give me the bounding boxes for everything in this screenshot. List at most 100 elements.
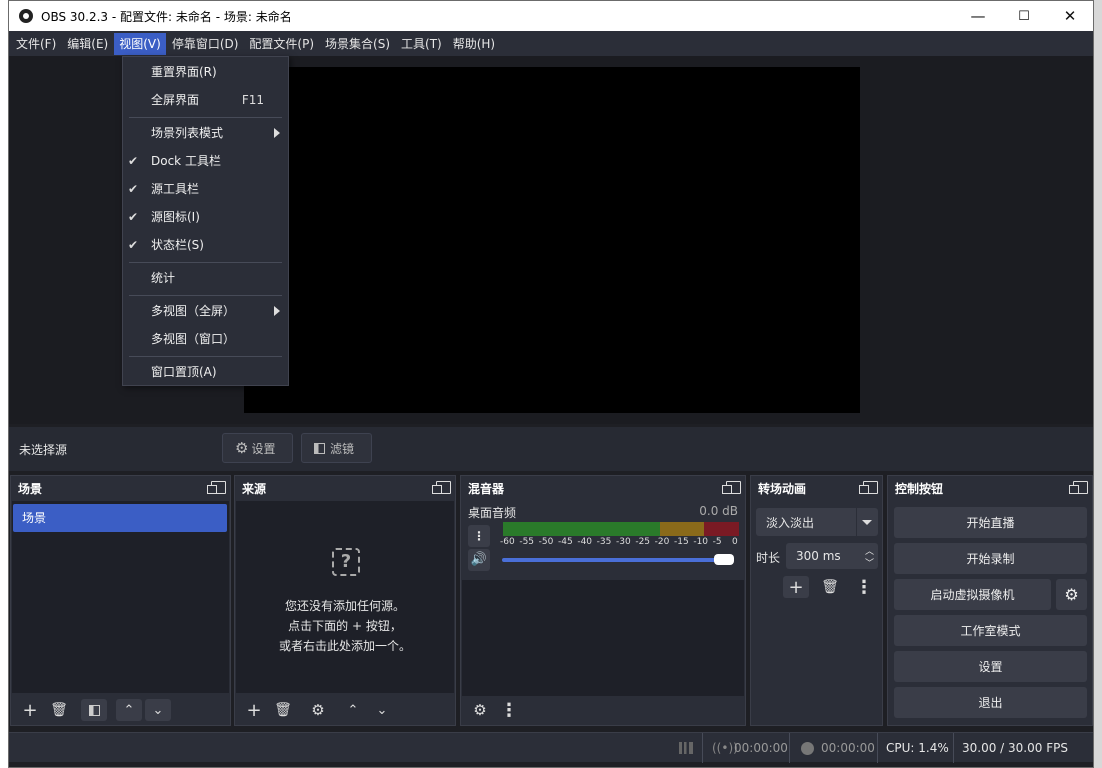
window-title: OBS 30.2.3 - 配置文件: 未命名 - 场景: 未命名 [41, 9, 292, 24]
status-separator [702, 733, 703, 763]
check-icon: ✔ [128, 154, 139, 168]
volume-slider-handle[interactable] [714, 554, 734, 565]
meter-tick-label: -15 [674, 537, 689, 547]
undock-icon[interactable] [1069, 481, 1088, 494]
move-up-button[interactable]: ⌃ [340, 699, 366, 721]
virtual-camera-button[interactable]: 启动虚拟摄像机 [894, 579, 1051, 610]
status-bar-label: 状态栏(S) [151, 238, 204, 252]
gear-icon[interactable]: ⚙ [1056, 579, 1087, 610]
menu-item-stats[interactable]: 统计 [123, 265, 288, 291]
settings-button[interactable]: 设置 [894, 651, 1087, 682]
menu-scene-collection[interactable]: 场景集合(S) [320, 33, 395, 55]
trash-icon[interactable]: 🗑 [270, 699, 296, 721]
source-toolbar: 未选择源 ⚙ 设置 滤镜 [9, 427, 1093, 471]
sources-dock: 来源 ? 您还没有添加任何源。 点击下面的 + 按钮， 或者右击此处添加一个。 … [234, 475, 456, 726]
maximize-button[interactable]: ☐ [1001, 1, 1047, 31]
meter-scale: -60 -55 -50 -45 -40 -35 -30 -25 -20 -15 -10 -5 0 [500, 537, 742, 549]
mixer-channel: 桌面音频 0.0 dB ⋮ -60 -55 -50 -45 -40 -35 -30 -25 -2… [462, 501, 744, 578]
menu-view[interactable]: 视图(V) [114, 32, 166, 55]
transitions-dock-title: 转场动画 [758, 481, 807, 496]
menu-tools[interactable]: 工具(T) [396, 33, 447, 55]
channel-name: 桌面音频 [468, 506, 517, 520]
sources-dock-title: 来源 [242, 481, 267, 496]
meter-tick-label: -25 [635, 537, 651, 547]
menu-item-status-bar[interactable]: ✔ 状态栏(S) [123, 232, 288, 258]
duration-value: 300 ms [796, 549, 841, 563]
start-streaming-button[interactable]: 开始直播 [894, 507, 1087, 538]
start-recording-button[interactable]: 开始录制 [894, 543, 1087, 574]
record-icon [801, 742, 814, 755]
add-scene-button[interactable]: + [17, 699, 43, 721]
mixer-menu-button[interactable]: ⋮ [496, 699, 522, 721]
meter-yellow [660, 522, 704, 536]
add-source-button[interactable]: + [241, 699, 267, 721]
channel-level: 0.0 dB [699, 504, 738, 518]
record-time: 00:00:00 [821, 741, 875, 755]
meter-tick-label: -20 [654, 537, 670, 547]
background-window-edge [0, 0, 8, 768]
obs-logo-icon [19, 9, 33, 23]
scene-list-item[interactable]: 场景 [13, 504, 227, 532]
undock-icon[interactable] [432, 481, 451, 494]
controls-dock: 控制按钮 开始直播 开始录制 启动虚拟摄像机 ⚙ 工作室模式 设置 退出 [887, 475, 1093, 726]
transition-select[interactable]: 淡入淡出 [756, 508, 878, 536]
menu-item-scene-list-mode[interactable]: 场景列表模式 [123, 120, 288, 146]
reset-ui-label: 重置界面(R) [151, 65, 217, 79]
chevron-down-icon [862, 520, 872, 525]
gear-icon[interactable]: ⚙ [305, 699, 331, 721]
menu-item-multiview-window[interactable]: 多视图（窗口） [123, 326, 288, 352]
menu-item-multiview-fullscreen[interactable]: 多视图（全屏） [123, 298, 288, 324]
move-down-button[interactable]: ⌄ [145, 699, 171, 721]
status-separator [953, 733, 954, 763]
menu-item-dock-toolbar[interactable]: ✔ Dock 工具栏 [123, 148, 288, 174]
program-preview[interactable] [244, 67, 860, 413]
menu-item-always-on-top[interactable]: 窗口置顶(A) [123, 359, 288, 385]
menu-item-source-icons[interactable]: ✔ 源图标(I) [123, 204, 288, 230]
multiview-full-label: 多视图（全屏） [151, 304, 236, 318]
source-settings-button[interactable]: ⚙ 设置 [222, 433, 293, 463]
source-list[interactable]: ? 您还没有添加任何源。 点击下面的 + 按钮， 或者右击此处添加一个。 [236, 501, 454, 693]
empty-sources-hint: 您还没有添加任何源。 点击下面的 + 按钮， 或者右击此处添加一个。 [236, 596, 454, 656]
duration-label: 时长 [756, 551, 781, 565]
trash-icon[interactable]: 🗑 [46, 699, 72, 721]
undock-icon[interactable] [859, 481, 878, 494]
volume-slider-track[interactable] [502, 558, 734, 562]
studio-mode-button[interactable]: 工作室模式 [894, 615, 1087, 646]
trash-icon[interactable]: 🗑 [817, 576, 843, 598]
scene-filters-button[interactable] [81, 699, 107, 721]
source-icons-label: 源图标(I) [151, 210, 200, 224]
menu-edit[interactable]: 编辑(E) [62, 33, 113, 55]
mixer-dock-header: 混音器 [461, 476, 745, 500]
meter-green [503, 522, 660, 536]
menu-item-fullscreen[interactable]: 全屏界面 F11 [123, 87, 288, 113]
undock-icon[interactable] [722, 481, 741, 494]
menu-file[interactable]: 文件(F) [11, 33, 61, 55]
speaker-icon[interactable]: 🔊 [468, 549, 490, 571]
meter-tick-label: 0 [732, 537, 738, 547]
check-icon: ✔ [128, 182, 139, 196]
source-filters-button[interactable]: 滤镜 [301, 433, 372, 463]
menu-profile[interactable]: 配置文件(P) [244, 33, 319, 55]
menu-help[interactable]: 帮助(H) [448, 33, 500, 55]
move-down-button[interactable]: ⌄ [369, 699, 395, 721]
meter-red [704, 522, 739, 536]
close-button[interactable]: ✕ [1047, 1, 1093, 31]
add-transition-button[interactable]: + [783, 576, 809, 598]
move-up-button[interactable]: ⌃ [116, 699, 142, 721]
check-icon: ✔ [128, 210, 139, 224]
menu-separator [129, 117, 282, 118]
transition-menu-button[interactable]: ⋮ [851, 576, 877, 598]
channel-menu-button[interactable]: ⋮ [468, 525, 490, 547]
spin-down-icon[interactable]: ﹀ [865, 556, 874, 569]
duration-spinbox[interactable]: 300 ms ︿ ﹀ [786, 543, 878, 569]
menu-item-source-toolbar[interactable]: ✔ 源工具栏 [123, 176, 288, 202]
minimize-button[interactable]: — [955, 1, 1001, 31]
source-settings-label: 设置 [251, 441, 276, 456]
exit-button[interactable]: 退出 [894, 687, 1087, 718]
gear-icon: ⚙ [235, 439, 249, 457]
menu-item-reset-ui[interactable]: 重置界面(R) [123, 59, 288, 85]
mixer-settings-icon[interactable]: ⚙ [467, 699, 493, 721]
menu-docks[interactable]: 停靠窗口(D) [167, 33, 244, 55]
view-menu-dropdown: 重置界面(R) 全屏界面 F11 场景列表模式 ✔ Dock 工具栏 ✔ 源工具栏 ✔… [122, 56, 289, 386]
undock-icon[interactable] [207, 481, 226, 494]
